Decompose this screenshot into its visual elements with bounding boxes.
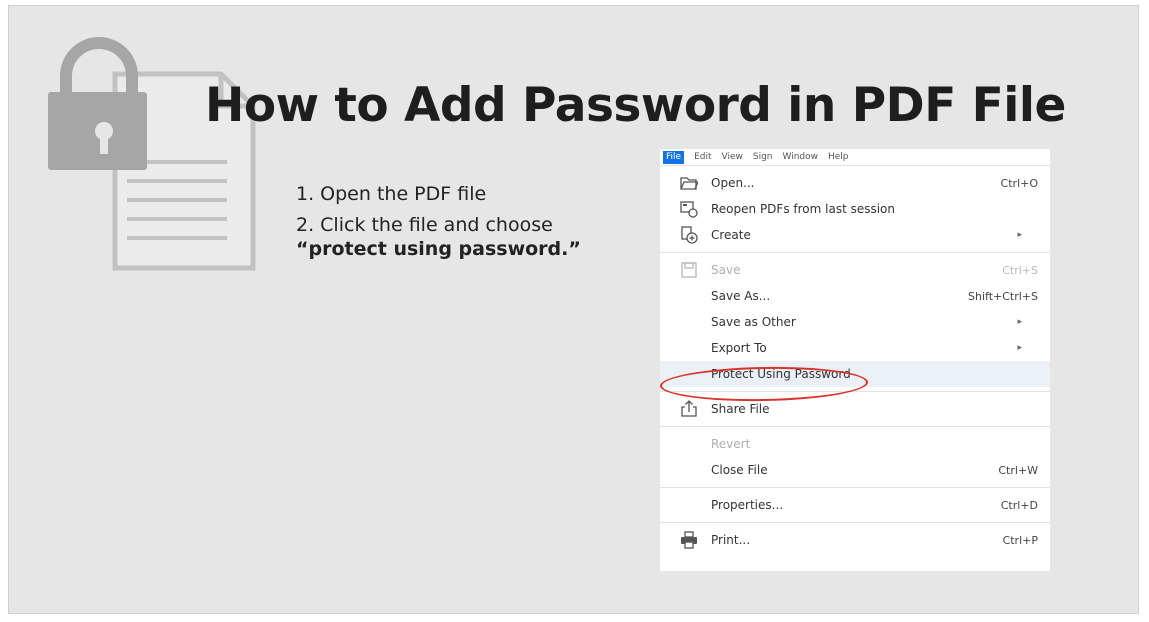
menu-item-shortcut: Shift+Ctrl+S — [968, 289, 1038, 303]
menu-separator — [660, 252, 1050, 253]
menu-item-save-as[interactable]: Save As... Shift+Ctrl+S — [660, 283, 1050, 309]
file-menu-screenshot: File Edit View Sign Window Help Open... … — [659, 149, 1050, 571]
menu-item-label: Create — [711, 228, 751, 242]
step-2-text: 2. Click the file and choose — [296, 214, 553, 236]
menu-item-label: Save as Other — [711, 315, 796, 329]
menu-item-create[interactable]: Create ▸ — [660, 222, 1050, 248]
menu-item-label: Save — [711, 263, 741, 277]
menu-item-save-as-other[interactable]: Save as Other ▸ — [660, 309, 1050, 335]
menu-item-open[interactable]: Open... Ctrl+O — [660, 170, 1050, 196]
slide: How to Add Password in PDF File 1. Open … — [8, 5, 1139, 614]
menubar-edit[interactable]: Edit — [694, 152, 711, 162]
menu-bar: File Edit View Sign Window Help — [660, 149, 1050, 166]
create-icon — [681, 226, 698, 244]
step-2-emphasis: “protect using password.” — [296, 238, 581, 260]
reopen-icon — [680, 201, 698, 218]
menubar-sign[interactable]: Sign — [753, 152, 773, 162]
menu-item-revert[interactable]: Revert — [660, 431, 1050, 457]
folder-icon — [680, 177, 698, 190]
menu-item-properties[interactable]: Properties... Ctrl+D — [660, 492, 1050, 518]
menu-item-shortcut: Ctrl+O — [1000, 176, 1038, 190]
menu-item-print[interactable]: Print... Ctrl+P — [660, 527, 1050, 553]
menu-item-shortcut: Ctrl+S — [1002, 263, 1038, 277]
instruction-list: 1. Open the PDF file 2. Click the file a… — [296, 182, 581, 261]
menubar-view[interactable]: View — [722, 152, 743, 162]
printer-icon — [681, 531, 697, 549]
step-1-text: 1. Open the PDF file — [296, 183, 487, 205]
menu-item-label: Save As... — [711, 289, 771, 303]
menu-item-label: Export To — [711, 341, 767, 355]
submenu-arrow-icon: ▸ — [1017, 230, 1022, 240]
menu-item-shortcut: Ctrl+P — [1002, 533, 1038, 547]
menubar-file[interactable]: File — [663, 150, 685, 164]
menu-separator — [660, 487, 1050, 488]
share-icon — [681, 400, 697, 417]
menubar-window[interactable]: Window — [783, 152, 819, 162]
menu-item-close-file[interactable]: Close File Ctrl+W — [660, 457, 1050, 483]
menu-item-label: Open... — [711, 176, 755, 190]
page-title: How to Add Password in PDF File — [205, 78, 1066, 133]
menu-item-label: Print... — [711, 533, 751, 547]
menu-item-label: Share File — [711, 402, 770, 416]
menubar-help[interactable]: Help — [828, 152, 849, 162]
menu-item-export-to[interactable]: Export To ▸ — [660, 335, 1050, 361]
submenu-arrow-icon: ▸ — [1017, 343, 1022, 353]
locked-document-icon — [48, 37, 256, 271]
menu-separator — [660, 426, 1050, 427]
menu-item-label: Properties... — [711, 498, 784, 512]
menu-item-reopen[interactable]: Reopen PDFs from last session — [660, 196, 1050, 222]
menu-item-label: Reopen PDFs from last session — [711, 202, 896, 216]
save-icon — [681, 262, 697, 278]
submenu-arrow-icon: ▸ — [1017, 317, 1022, 327]
menu-separator — [660, 522, 1050, 523]
menu-item-label: Close File — [711, 463, 768, 477]
menu-item-save[interactable]: Save Ctrl+S — [660, 257, 1050, 283]
menu-item-shortcut: Ctrl+D — [1000, 498, 1038, 512]
menu-item-shortcut: Ctrl+W — [998, 463, 1038, 477]
menu-item-label: Revert — [711, 437, 751, 451]
